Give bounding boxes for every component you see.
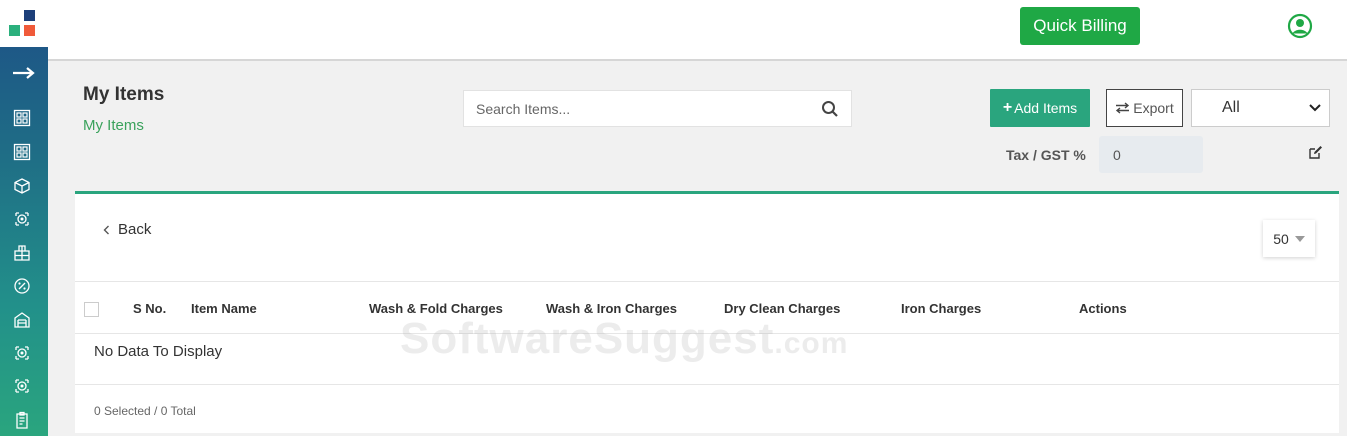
filter-select[interactable]: All — [1191, 89, 1330, 127]
page-size-value: 50 — [1273, 230, 1289, 247]
column-header[interactable]: Wash & Iron Charges — [546, 301, 677, 316]
column-header[interactable]: Actions — [1079, 301, 1127, 316]
add-items-label: Add Items — [1014, 100, 1078, 116]
divider — [75, 333, 1339, 334]
column-header[interactable]: S No. — [133, 301, 166, 316]
tax-gst-label: Tax / GST % — [1006, 147, 1086, 163]
chevron-down-icon — [1309, 104, 1321, 112]
column-header[interactable]: Iron Charges — [901, 301, 981, 316]
column-header[interactable]: Dry Clean Charges — [724, 301, 840, 316]
tax-gst-input[interactable]: 0 — [1099, 136, 1203, 173]
empty-message: No Data To Display — [94, 343, 223, 360]
search-icon[interactable] — [821, 100, 839, 118]
export-button[interactable]: Export — [1106, 89, 1183, 127]
building-icon[interactable] — [11, 242, 33, 264]
table-header: S No. Item Name Wash & Fold Charges Wash… — [75, 284, 1339, 334]
selection-count: 0 Selected / 0 Total — [94, 404, 196, 418]
store-icon[interactable] — [11, 309, 33, 331]
plus-icon: + — [1002, 99, 1013, 116]
column-header[interactable]: Item Name — [191, 301, 257, 316]
app-logo[interactable] — [0, 0, 48, 47]
breadcrumb[interactable]: My Items — [83, 117, 144, 134]
user-circle-icon[interactable] — [1287, 13, 1313, 39]
clipboard-icon[interactable] — [11, 409, 33, 431]
search-input[interactable] — [476, 100, 821, 117]
edit-icon[interactable] — [1308, 145, 1323, 160]
grid-icon[interactable] — [11, 141, 33, 163]
sidebar — [0, 0, 48, 436]
top-header — [48, 0, 1347, 61]
dashboard-icon[interactable] — [11, 107, 33, 129]
items-card: Back 50 S No. Item Name Wash & Fold Char… — [75, 191, 1339, 433]
caret-down-icon — [1294, 235, 1305, 242]
select-all-checkbox[interactable] — [84, 302, 99, 317]
page-size-select[interactable]: 50 — [1263, 220, 1315, 257]
back-label: Back — [118, 221, 152, 238]
search-bar — [463, 90, 852, 127]
machine-icon[interactable] — [11, 342, 33, 364]
page-title: My Items — [83, 84, 165, 105]
back-link[interactable]: Back — [103, 221, 151, 238]
divider — [75, 281, 1339, 282]
swap-arrows-icon — [1116, 102, 1130, 114]
divider — [75, 384, 1339, 385]
chevron-left-icon — [103, 225, 109, 234]
percent-icon[interactable] — [11, 275, 33, 297]
machine-icon[interactable] — [11, 208, 33, 230]
add-items-button[interactable]: + Add Items — [990, 89, 1090, 127]
box-icon[interactable] — [11, 175, 33, 197]
column-header[interactable]: Wash & Fold Charges — [369, 301, 503, 316]
export-label: Export — [1133, 100, 1174, 116]
quick-billing-button[interactable]: Quick Billing — [1020, 7, 1140, 45]
machine-icon[interactable] — [11, 375, 33, 397]
filter-selected-value: All — [1222, 99, 1240, 116]
arrow-right-icon[interactable] — [9, 63, 39, 83]
